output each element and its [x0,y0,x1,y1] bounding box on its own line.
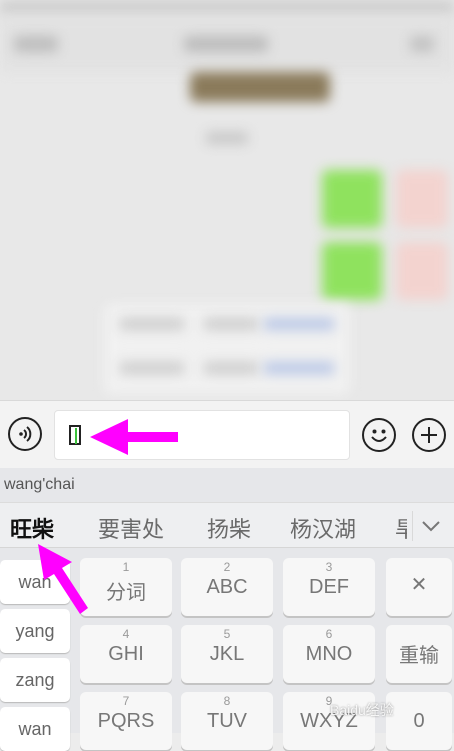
system-text [204,318,258,330]
pinyin-display: wang'chai [4,476,75,493]
key-label: DEF [309,576,349,598]
key-4[interactable]: 4 GHI [80,625,172,683]
key-8[interactable]: 8 TUV [181,692,273,750]
key-number: 8 [223,694,231,708]
more-button[interactable] [410,36,434,52]
annotation-arrow-icon [38,544,88,614]
status-bar [0,0,454,16]
key-number: 6 [325,627,333,641]
key-label: 重输 [399,645,439,667]
key-label: 分词 [106,582,146,604]
voice-icon [19,426,32,442]
key-label: TUV [207,710,247,732]
watermark: Baidu经验 [330,702,394,718]
candidate-3[interactable]: 扬柴 [207,512,251,544]
syllable-option[interactable]: zang [0,658,70,702]
expand-candidates-button[interactable] [412,511,449,541]
key-5[interactable]: 5 JKL [181,625,273,683]
text-caret [75,428,77,444]
system-link[interactable] [264,362,334,374]
key-label: 0 [413,710,425,732]
delete-key[interactable]: ✕ [386,558,452,616]
candidate-2[interactable]: 要害处 [98,512,164,544]
key-number: 5 [223,627,231,641]
avatar[interactable] [396,170,448,228]
annotation-arrow-icon [90,419,178,455]
key-number: 2 [223,560,231,574]
reenter-key[interactable]: 重输 [386,625,452,683]
chat-title [184,36,268,52]
delete-icon: ✕ [410,574,428,596]
message-bubble[interactable] [322,170,382,228]
key-1[interactable]: 1 分词 [80,558,172,616]
chat-input-bar [0,400,454,468]
system-link[interactable] [264,318,334,330]
key-number: 3 [325,560,333,574]
key-number: 1 [122,560,130,574]
key-number: 4 [122,627,130,641]
candidate-5[interactable]: 旱 [395,512,407,544]
syllable-option[interactable]: wan [0,707,70,751]
plus-icon [421,427,437,443]
composing-box [69,425,81,445]
smiley-icon [371,429,387,442]
key-label: JKL [209,643,245,665]
key-label: PQRS [97,710,155,732]
key-label: MNO [305,643,353,665]
emoji-button[interactable] [362,418,396,452]
message-bubble[interactable] [322,242,382,300]
key-3[interactable]: 3 DEF [283,558,375,616]
message-image [190,72,330,102]
avatar[interactable] [396,242,448,300]
key-number: 7 [122,694,130,708]
candidate-4[interactable]: 杨汉湖 [290,512,356,544]
key-6[interactable]: 6 MNO [283,625,375,683]
system-text [120,318,184,330]
chevron-down-icon [422,521,440,532]
system-text [204,362,258,374]
voice-button[interactable] [8,417,42,451]
back-button[interactable] [14,36,58,52]
more-functions-button[interactable] [412,418,446,452]
key-7[interactable]: 7 PQRS [80,692,172,750]
chat-background [0,0,454,400]
key-2[interactable]: 2 ABC [181,558,273,616]
key-label: GHI [108,643,144,665]
key-label: ABC [206,576,248,598]
key-0[interactable]: 0 [386,692,452,750]
system-text [120,362,184,374]
message-time [206,132,248,144]
